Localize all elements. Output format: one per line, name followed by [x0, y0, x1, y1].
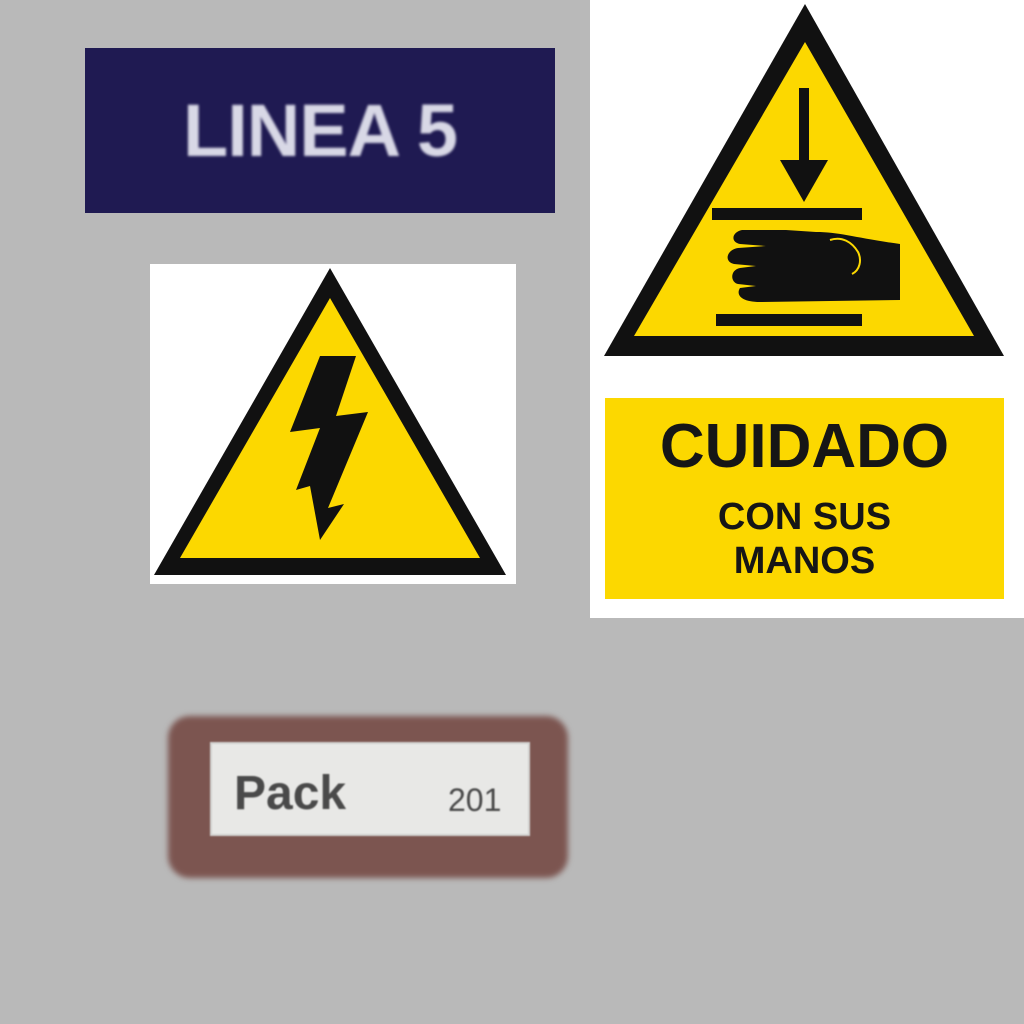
linea-5-plate: LINEA 5 [85, 48, 555, 213]
cuidado-title: CUIDADO [659, 412, 950, 481]
cuidado-subtitle: CON SUS MANOS [718, 496, 891, 583]
cuidado-line-1: CON SUS [717, 496, 892, 538]
high-voltage-warning-sign [150, 264, 516, 584]
high-voltage-icon [154, 268, 506, 575]
linea-label: LINEA 5 [183, 89, 458, 172]
cuidado-line-2: MANOS [733, 539, 876, 582]
pack-number: 201 [448, 782, 502, 818]
pack-word: Pack [234, 767, 347, 820]
hand-crush-warning-sign: CUIDADO CON SUS MANOS [590, 0, 1024, 618]
pack-label: Pack 201 [210, 742, 530, 836]
cuidado-panel: CUIDADO CON SUS MANOS [605, 398, 1004, 599]
hand-crush-icon [604, 4, 1004, 356]
